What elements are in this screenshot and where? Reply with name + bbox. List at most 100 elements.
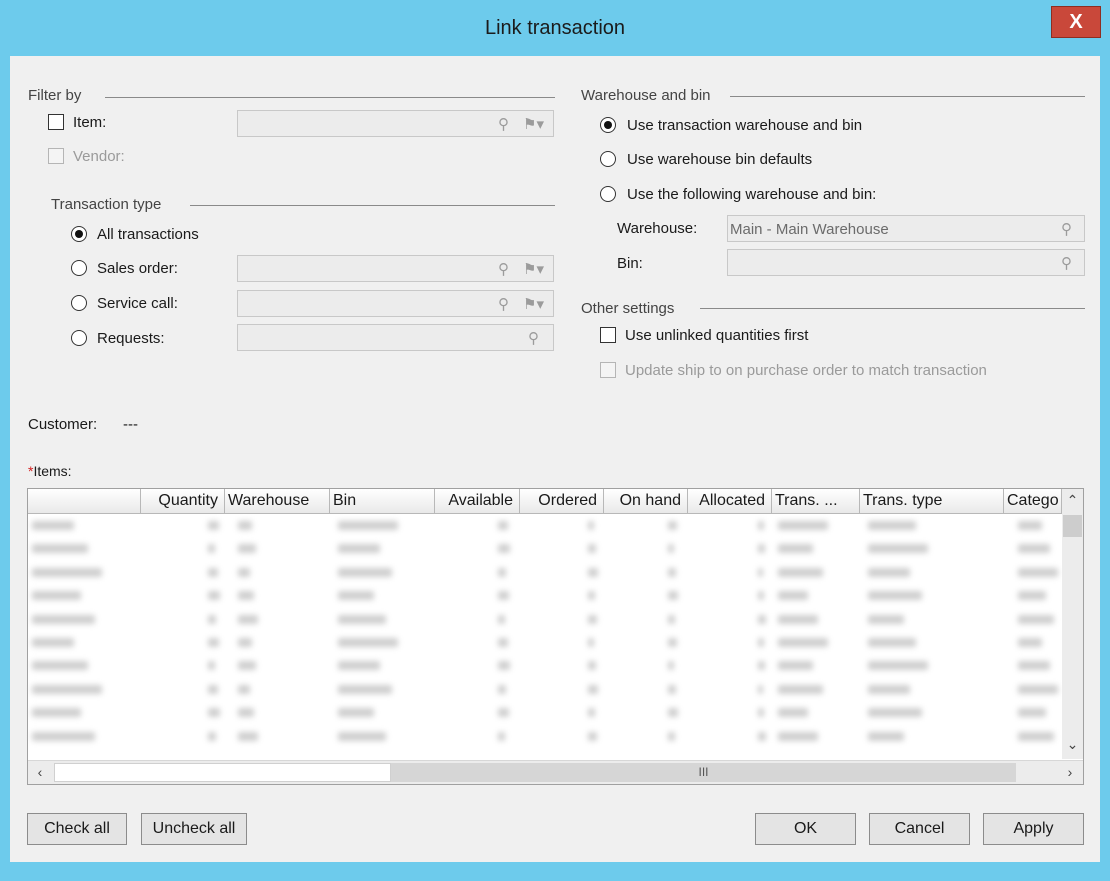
flag-dropdown-icon[interactable]: ⚑▾ xyxy=(523,295,544,313)
update-ship-to-label: Update ship to on purchase order to matc… xyxy=(625,362,987,379)
check-all-button[interactable]: Check all xyxy=(27,813,127,845)
table-cell xyxy=(498,591,509,601)
horizontal-scroll-track[interactable] xyxy=(54,763,391,782)
table-cell xyxy=(1018,544,1050,554)
table-cell xyxy=(668,661,674,671)
table-cell xyxy=(758,661,766,671)
magnifier-icon[interactable]: ⚲ xyxy=(498,260,509,278)
table-row[interactable] xyxy=(28,538,1061,561)
sales-order-lookup-field[interactable]: ⚲ ⚑▾ xyxy=(237,255,554,282)
table-cell xyxy=(208,661,216,671)
other-settings-group-label: Other settings xyxy=(581,300,675,317)
table-row[interactable] xyxy=(28,632,1061,655)
radio-use-warehouse-bin-defaults[interactable] xyxy=(600,151,616,167)
table-cell xyxy=(868,521,916,530)
column-header-available[interactable]: Available xyxy=(435,489,520,514)
bin-label: Bin: xyxy=(617,255,643,272)
use-following-warehouse-label: Use the following warehouse and bin: xyxy=(627,186,877,203)
table-row[interactable] xyxy=(28,609,1061,632)
uncheck-all-button[interactable]: Uncheck all xyxy=(141,813,247,845)
warehouse-lookup-field[interactable]: Main - Main Warehouse ⚲ xyxy=(727,215,1085,242)
scroll-up-icon[interactable]: ⌃ xyxy=(1062,492,1083,509)
table-cell xyxy=(758,544,766,554)
update-ship-to-checkbox[interactable] xyxy=(600,362,616,378)
table-cell xyxy=(32,708,81,718)
scroll-down-icon[interactable]: ⌄ xyxy=(1062,736,1083,753)
magnifier-icon[interactable]: ⚲ xyxy=(1061,254,1072,272)
table-cell xyxy=(32,544,88,554)
table-cell xyxy=(758,637,764,647)
table-cell xyxy=(778,731,818,741)
column-header-trans-type[interactable]: Trans. type xyxy=(860,489,1004,514)
vertical-scroll-thumb[interactable] xyxy=(1063,515,1082,537)
use-unlinked-checkbox[interactable] xyxy=(600,327,616,343)
table-cell xyxy=(238,637,252,647)
table-cell xyxy=(238,591,254,601)
vendor-checkbox[interactable] xyxy=(48,148,64,164)
magnifier-icon[interactable]: ⚲ xyxy=(498,115,509,133)
table-cell xyxy=(498,544,510,554)
table-cell xyxy=(1018,567,1058,577)
magnifier-icon[interactable]: ⚲ xyxy=(1061,220,1072,238)
cancel-button[interactable]: Cancel xyxy=(869,813,970,845)
column-header-trans-number[interactable]: Trans. ... xyxy=(772,489,860,514)
table-cell xyxy=(588,567,598,577)
items-grid[interactable]: Quantity Warehouse Bin Available Ordered… xyxy=(27,488,1084,785)
table-cell xyxy=(778,521,828,530)
table-row[interactable] xyxy=(28,655,1061,678)
column-header-select[interactable] xyxy=(28,489,141,514)
table-row[interactable] xyxy=(28,585,1061,608)
table-cell xyxy=(588,591,595,601)
table-cell xyxy=(1018,637,1042,647)
warehouse-bin-group-label: Warehouse and bin xyxy=(581,87,711,104)
flag-dropdown-icon[interactable]: ⚑▾ xyxy=(523,260,544,278)
table-row[interactable] xyxy=(28,726,1061,749)
table-cell xyxy=(338,591,374,601)
table-cell xyxy=(868,731,904,741)
radio-use-transaction-warehouse[interactable] xyxy=(600,117,616,133)
table-cell xyxy=(668,684,676,694)
column-header-allocated[interactable]: Allocated xyxy=(688,489,772,514)
column-header-warehouse[interactable]: Warehouse xyxy=(225,489,330,514)
transaction-type-divider xyxy=(190,205,555,206)
table-cell xyxy=(208,708,220,718)
vendor-label: Vendor: xyxy=(73,148,125,165)
close-button[interactable]: X xyxy=(1051,6,1101,38)
table-cell xyxy=(588,661,596,671)
table-row[interactable] xyxy=(28,562,1061,585)
item-lookup-field[interactable]: ⚲ ⚑▾ xyxy=(237,110,554,137)
radio-requests[interactable] xyxy=(71,330,87,346)
table-row[interactable] xyxy=(28,515,1061,538)
magnifier-icon[interactable]: ⚲ xyxy=(528,329,539,347)
service-call-lookup-field[interactable]: ⚲ ⚑▾ xyxy=(237,290,554,317)
radio-use-following-warehouse[interactable] xyxy=(600,186,616,202)
scroll-right-icon[interactable]: › xyxy=(1061,764,1079,780)
radio-all-transactions[interactable] xyxy=(71,226,87,242)
column-header-on-hand[interactable]: On hand xyxy=(604,489,688,514)
ok-button[interactable]: OK xyxy=(755,813,856,845)
vertical-scrollbar[interactable]: ⌃ ⌄ xyxy=(1062,489,1083,759)
table-cell xyxy=(498,614,506,624)
column-header-ordered[interactable]: Ordered xyxy=(520,489,604,514)
radio-sales-order[interactable] xyxy=(71,260,87,276)
table-cell xyxy=(498,567,507,577)
horizontal-scrollbar[interactable]: ‹ III › xyxy=(28,760,1083,784)
column-header-bin[interactable]: Bin xyxy=(330,489,435,514)
use-transaction-warehouse-label: Use transaction warehouse and bin xyxy=(627,117,863,134)
table-row[interactable] xyxy=(28,679,1061,702)
table-cell xyxy=(868,614,904,624)
horizontal-scroll-thumb[interactable]: III xyxy=(391,763,1016,782)
table-cell xyxy=(758,521,764,530)
table-row[interactable] xyxy=(28,702,1061,725)
bin-lookup-field[interactable]: ⚲ xyxy=(727,249,1085,276)
column-header-category[interactable]: Catego xyxy=(1004,489,1062,514)
item-checkbox[interactable] xyxy=(48,114,64,130)
scroll-left-icon[interactable]: ‹ xyxy=(31,764,49,780)
filter-group-label: Filter by xyxy=(28,87,82,104)
flag-dropdown-icon[interactable]: ⚑▾ xyxy=(523,115,544,133)
requests-lookup-field[interactable]: ⚲ xyxy=(237,324,554,351)
apply-button[interactable]: Apply xyxy=(983,813,1084,845)
magnifier-icon[interactable]: ⚲ xyxy=(498,295,509,313)
radio-service-call[interactable] xyxy=(71,295,87,311)
column-header-quantity[interactable]: Quantity xyxy=(141,489,225,514)
